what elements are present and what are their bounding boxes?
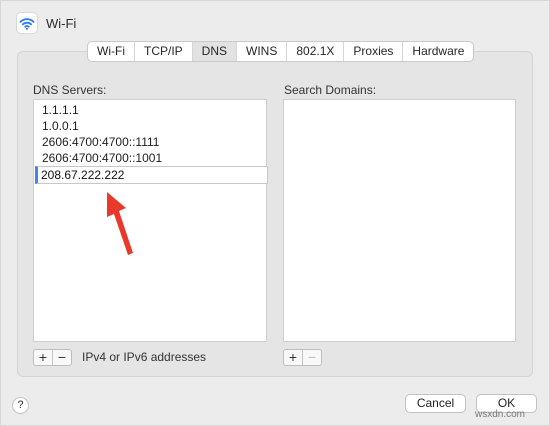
- search-domains-label: Search Domains:: [284, 83, 377, 97]
- dns-entry-editor[interactable]: [35, 166, 268, 184]
- tab-wins[interactable]: WINS: [237, 42, 288, 61]
- tab-bar: Wi-Fi TCP/IP DNS WINS 802.1X Proxies Har…: [87, 41, 475, 62]
- tab-wifi[interactable]: Wi-Fi: [88, 42, 135, 61]
- add-search-domain-button[interactable]: +: [284, 350, 302, 365]
- search-domains-list[interactable]: [283, 99, 516, 342]
- watermark-text: wsxdn.com: [475, 409, 526, 420]
- dns-server-input[interactable]: [38, 167, 241, 183]
- cancel-button[interactable]: Cancel: [405, 394, 466, 413]
- tab-proxies[interactable]: Proxies: [344, 42, 404, 61]
- remove-search-domain-button: −: [302, 350, 321, 365]
- wifi-icon: [16, 12, 38, 34]
- tab-hardware[interactable]: Hardware: [403, 42, 473, 61]
- dns-hint-text: IPv4 or IPv6 addresses: [82, 350, 207, 364]
- red-arrow-annotation: [107, 192, 133, 255]
- tab-tcpip[interactable]: TCP/IP: [135, 42, 193, 61]
- dns-servers-list[interactable]: 1.1.1.1 1.0.0.1 2606:4700:4700::1111 260…: [33, 99, 268, 342]
- window-title: Wi-Fi: [46, 16, 77, 31]
- tab-8021x[interactable]: 802.1X: [287, 42, 345, 61]
- list-item[interactable]: 2606:4700:4700::1001: [42, 150, 162, 166]
- dns-add-remove-control: + −: [33, 349, 72, 366]
- remove-dns-server-button[interactable]: −: [52, 350, 71, 365]
- list-item[interactable]: 2606:4700:4700::1111: [42, 134, 159, 150]
- add-dns-server-button[interactable]: +: [34, 350, 52, 365]
- search-add-remove-control: + −: [283, 349, 322, 366]
- tab-dns[interactable]: DNS: [192, 42, 237, 61]
- dns-servers-label: DNS Servers:: [33, 83, 107, 97]
- list-item[interactable]: 1.1.1.1: [42, 102, 79, 118]
- help-button[interactable]: ?: [12, 397, 29, 414]
- list-item[interactable]: 1.0.0.1: [42, 118, 79, 134]
